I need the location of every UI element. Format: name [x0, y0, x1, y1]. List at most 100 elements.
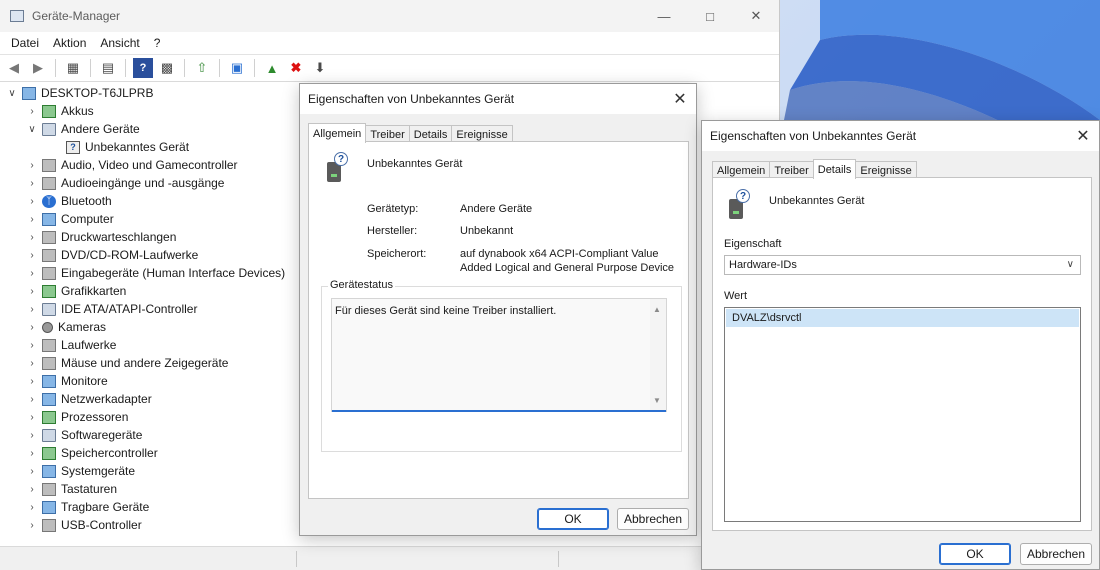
menu-aktion[interactable]: Aktion: [46, 36, 93, 50]
tree-item[interactable]: › Kameras: [0, 318, 300, 336]
chevron-right-icon[interactable]: ›: [26, 196, 38, 207]
chevron-right-icon[interactable]: ›: [26, 214, 38, 225]
tab-allgemein[interactable]: Allgemein: [308, 123, 367, 143]
uninstall-icon[interactable]: ✖: [286, 58, 306, 78]
tree-item[interactable]: › Tragbare Geräte: [0, 498, 300, 516]
properties-dialog-details: Eigenschaften von Unbekanntes Gerät ✕ Al…: [701, 120, 1100, 570]
tree-item[interactable]: › Monitore: [0, 372, 300, 390]
tree-item[interactable]: › Druckwarteschlangen: [0, 228, 300, 246]
tree-item[interactable]: › Softwaregeräte: [0, 426, 300, 444]
update-driver-icon[interactable]: ⇧: [192, 58, 212, 78]
storage-controller-icon: [42, 446, 56, 460]
chevron-right-icon[interactable]: ›: [26, 106, 38, 117]
properties-icon[interactable]: ▤: [98, 58, 118, 78]
scroll-down-icon[interactable]: ▼: [653, 396, 661, 405]
chevron-right-icon[interactable]: ›: [26, 448, 38, 459]
view-icon[interactable]: ▩: [157, 58, 177, 78]
unknown-device-icon: ?: [727, 189, 751, 221]
chevron-right-icon[interactable]: ›: [26, 412, 38, 423]
tree-item-label: Speichercontroller: [61, 446, 158, 460]
tab-panel: ? Unbekanntes Gerät Eigenschaft Hardware…: [712, 177, 1092, 531]
manufacturer-value: Unbekannt: [460, 225, 514, 237]
ide-controller-icon: [42, 302, 56, 316]
dialog-title: Eigenschaften von Unbekanntes Gerät: [710, 129, 917, 143]
ok-button[interactable]: OK: [537, 508, 609, 530]
value-label: Wert: [724, 290, 748, 302]
chevron-right-icon[interactable]: ›: [26, 394, 38, 405]
value-listbox[interactable]: DVALZ\dsrvctl: [724, 307, 1081, 522]
close-button[interactable]: ✕: [733, 0, 779, 32]
tree-item-label: Audioeingänge und -ausgänge: [61, 176, 225, 190]
help-icon[interactable]: ?: [133, 58, 153, 78]
tree-item[interactable]: › Tastaturen: [0, 480, 300, 498]
tree-item[interactable]: › USB-Controller: [0, 516, 300, 534]
chevron-right-icon[interactable]: ›: [26, 160, 38, 171]
chevron-right-icon[interactable]: ›: [26, 358, 38, 369]
tree-item[interactable]: › Audio, Video und Gamecontroller: [0, 156, 300, 174]
disable-device-icon[interactable]: ⬇: [310, 58, 330, 78]
tree-item-label: Bluetooth: [61, 194, 112, 208]
status-scrollbar[interactable]: ▲ ▼: [650, 299, 666, 411]
chevron-right-icon[interactable]: ›: [26, 430, 38, 441]
tab-details[interactable]: Details: [812, 159, 857, 179]
tree-item[interactable]: ∨ Andere Geräte: [0, 120, 300, 138]
menu-datei[interactable]: Datei: [4, 36, 46, 50]
tree-item[interactable]: › Eingabegeräte (Human Interface Devices): [0, 264, 300, 282]
chevron-right-icon[interactable]: ›: [26, 322, 38, 333]
ok-button[interactable]: OK: [939, 543, 1011, 565]
tree-item[interactable]: › Mäuse und andere Zeigegeräte: [0, 354, 300, 372]
cancel-button[interactable]: Abbrechen: [1020, 543, 1092, 565]
chevron-right-icon[interactable]: ›: [26, 520, 38, 531]
chevron-right-icon[interactable]: ›: [26, 268, 38, 279]
chevron-down-icon[interactable]: ∨: [6, 88, 18, 99]
chevron-right-icon[interactable]: ›: [26, 232, 38, 243]
tree-item[interactable]: › ᛉ Bluetooth: [0, 192, 300, 210]
chevron-right-icon[interactable]: ›: [26, 484, 38, 495]
enable-device-icon[interactable]: ▲: [262, 58, 282, 78]
tree-item[interactable]: › Netzwerkadapter: [0, 390, 300, 408]
close-icon[interactable]: ✕: [1073, 126, 1093, 146]
scroll-up-icon[interactable]: ▲: [653, 305, 661, 314]
menu-ansicht[interactable]: Ansicht: [93, 36, 146, 50]
chevron-right-icon[interactable]: ›: [26, 502, 38, 513]
tree-item[interactable]: › Systemgeräte: [0, 462, 300, 480]
tree-root[interactable]: ∨ DESKTOP-T6JLPRB: [0, 84, 300, 102]
tree-item[interactable]: › Speichercontroller: [0, 444, 300, 462]
property-dropdown[interactable]: Hardware-IDs ∨: [724, 255, 1081, 275]
tree-item-label: Softwaregeräte: [61, 428, 143, 442]
list-item[interactable]: DVALZ\dsrvctl: [726, 309, 1079, 327]
property-dropdown-value: Hardware-IDs: [729, 259, 797, 271]
chevron-right-icon[interactable]: ›: [26, 286, 38, 297]
tree-item[interactable]: › Akkus: [0, 102, 300, 120]
tree-item[interactable]: › Prozessoren: [0, 408, 300, 426]
cancel-button[interactable]: Abbrechen: [617, 508, 689, 530]
chevron-right-icon[interactable]: ›: [26, 178, 38, 189]
tree-item[interactable]: ? Unbekanntes Gerät: [0, 138, 300, 156]
close-icon[interactable]: ✕: [670, 89, 690, 109]
tree-item[interactable]: › Audioeingänge und -ausgänge: [0, 174, 300, 192]
tree-item[interactable]: › DVD/CD-ROM-Laufwerke: [0, 246, 300, 264]
show-hide-tree-icon[interactable]: ▦: [63, 58, 83, 78]
tree-item-label: Laufwerke: [61, 338, 117, 352]
chevron-right-icon[interactable]: ›: [26, 340, 38, 351]
maximize-button[interactable]: □: [687, 0, 733, 32]
chevron-down-icon[interactable]: ∨: [26, 124, 38, 135]
scan-hardware-icon[interactable]: ▣: [227, 58, 247, 78]
window-title: Geräte-Manager: [32, 9, 121, 23]
chevron-right-icon[interactable]: ›: [26, 466, 38, 477]
chevron-right-icon[interactable]: ›: [26, 250, 38, 261]
forward-icon[interactable]: ▶: [28, 58, 48, 78]
minimize-button[interactable]: —: [641, 0, 687, 32]
properties-dialog-general: Eigenschaften von Unbekanntes Gerät ✕ Al…: [299, 83, 697, 536]
device-status-text-box[interactable]: Für dieses Gerät sind keine Treiber inst…: [331, 298, 667, 412]
tree-item[interactable]: › IDE ATA/ATAPI-Controller: [0, 300, 300, 318]
dvd-drive-icon: [42, 248, 56, 262]
chevron-right-icon[interactable]: ›: [26, 304, 38, 315]
tree-item[interactable]: › Laufwerke: [0, 336, 300, 354]
menu-help[interactable]: ?: [147, 36, 168, 50]
chevron-right-icon[interactable]: ›: [26, 376, 38, 387]
tree-item[interactable]: › Grafikkarten: [0, 282, 300, 300]
back-icon[interactable]: ◀: [4, 58, 24, 78]
speaker-icon: [42, 158, 56, 172]
tree-item[interactable]: › Computer: [0, 210, 300, 228]
